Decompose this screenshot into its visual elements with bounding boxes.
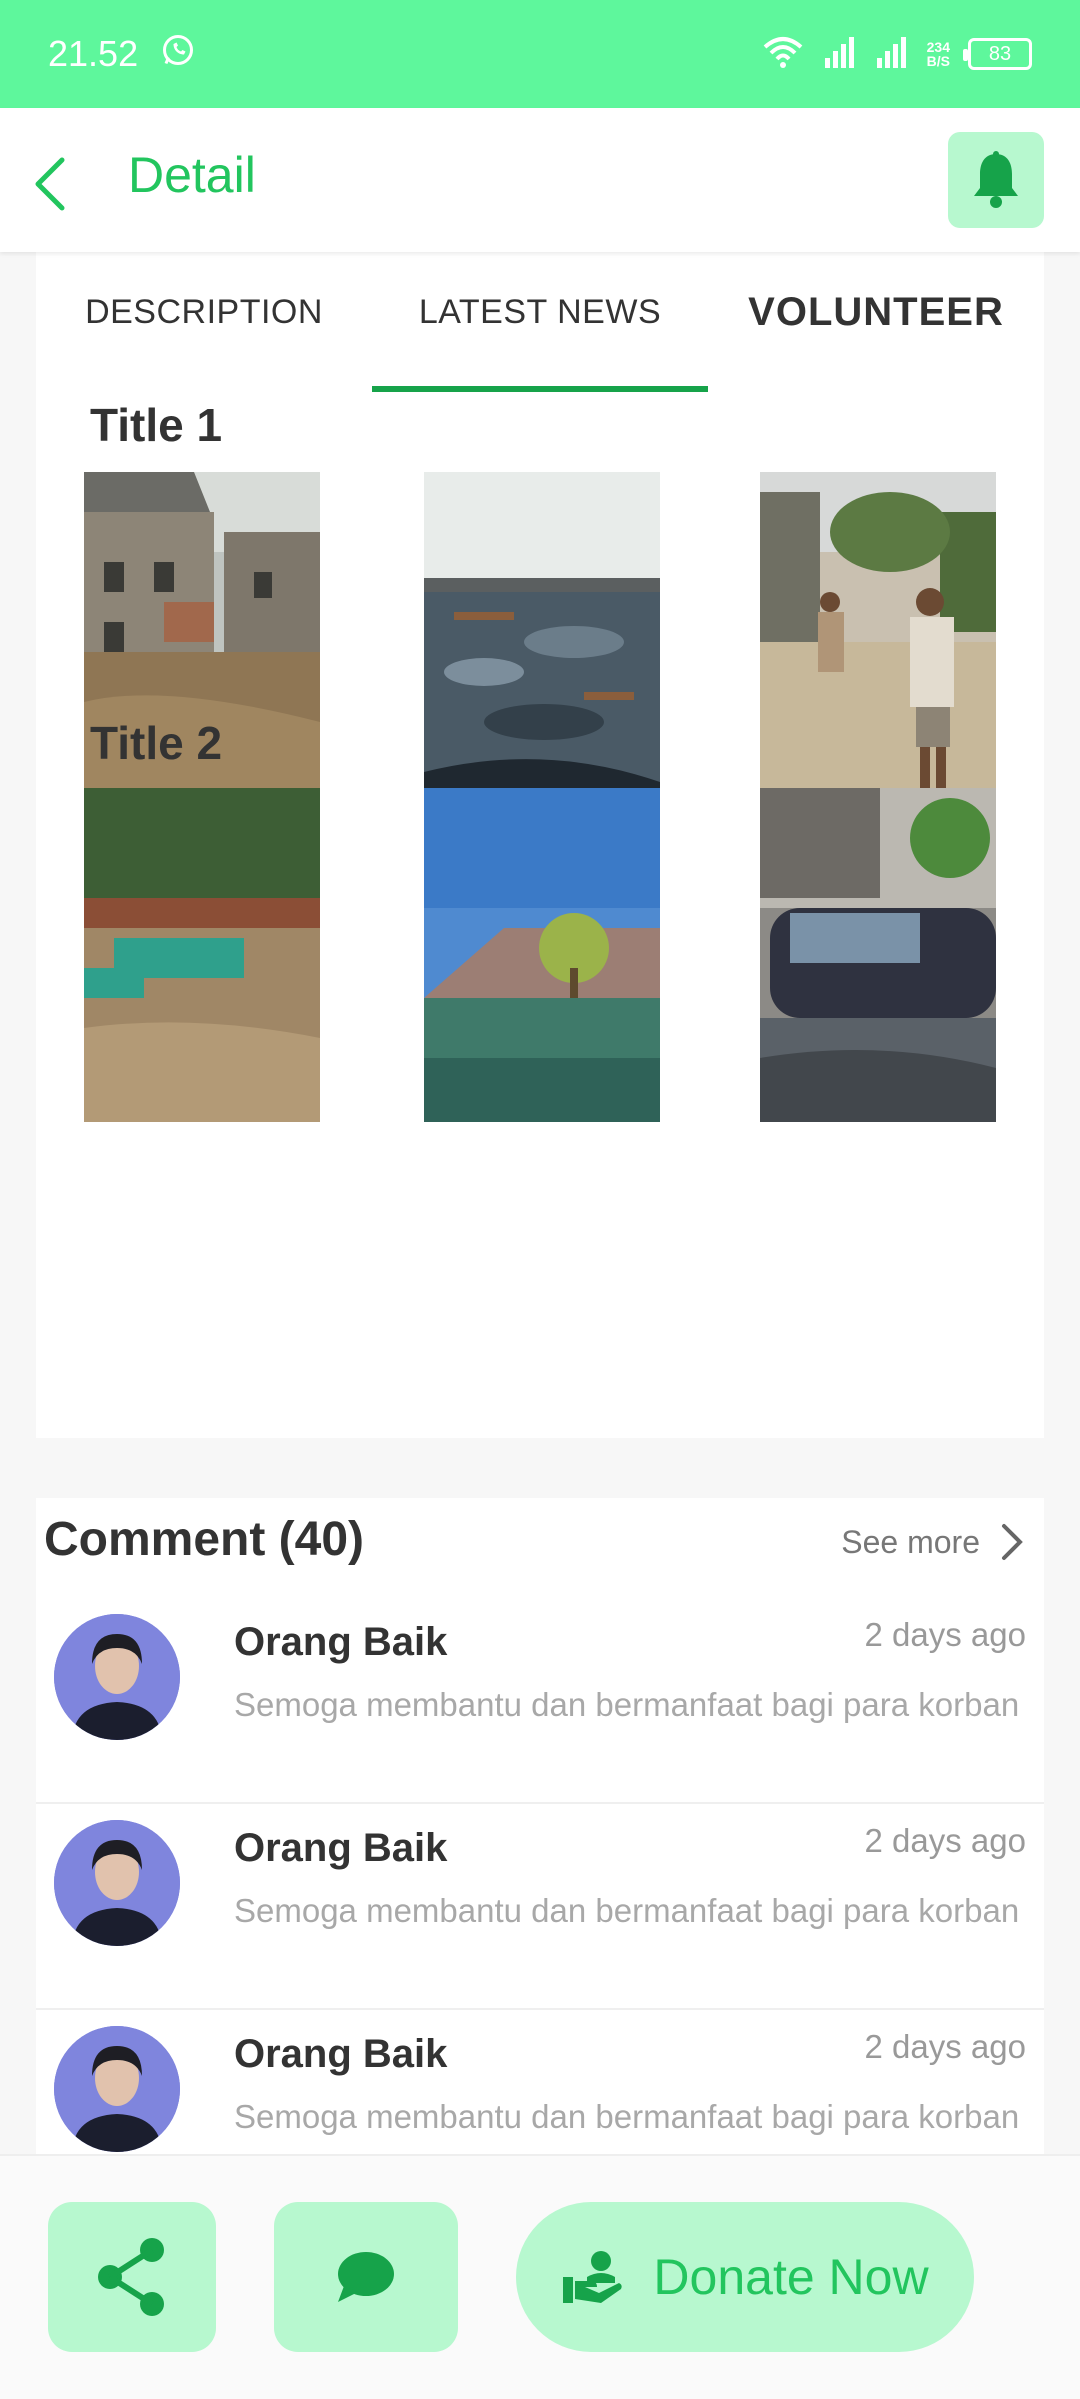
tab-description[interactable]: DESCRIPTION <box>36 252 372 392</box>
share-icon <box>98 2238 164 2316</box>
signal-icon-2 <box>875 36 909 73</box>
comment-time: 2 days ago <box>864 1616 1026 1653</box>
avatar <box>54 1820 180 1946</box>
page-title: Detail <box>128 147 256 203</box>
comment-text: Semoga membantu dan bermanfaat bagi para… <box>234 1892 1020 1929</box>
news-image-people-wading[interactable] <box>760 472 996 806</box>
bottom-action-bar: Donate Now <box>0 2154 1080 2399</box>
notification-button[interactable] <box>948 132 1044 228</box>
back-button[interactable] <box>28 154 78 214</box>
tab-latest-news[interactable]: LATEST NEWS <box>372 252 708 392</box>
bell-icon <box>974 151 1018 208</box>
donate-now-label: Donate Now <box>653 2249 929 2305</box>
whatsapp-icon <box>160 32 196 77</box>
news-image-car-in-flood[interactable] <box>760 788 996 1122</box>
share-button[interactable] <box>48 2202 216 2352</box>
status-bar: 21.52 234 B/S 83 <box>0 0 1080 108</box>
detail-card: DESCRIPTION LATEST NEWS VOLUNTEER Title … <box>36 252 1044 1438</box>
comment-item: Orang Baik 2 days ago Semoga membantu da… <box>36 1598 1044 1804</box>
network-speed-unit: B/S <box>926 53 950 69</box>
tab-volunteer[interactable]: VOLUNTEER <box>708 252 1044 392</box>
network-speed: 234 B/S <box>927 40 950 68</box>
status-time: 21.52 <box>48 33 139 74</box>
avatar <box>54 2026 180 2152</box>
battery-icon: 83 <box>963 38 1032 70</box>
wifi-icon <box>761 35 805 74</box>
comment-author: Orang Baik <box>234 2032 448 2076</box>
comment-time: 2 days ago <box>864 1822 1026 1859</box>
comments-section: Comment (40) See more Orang Baik 2 days … <box>36 1498 1044 2158</box>
avatar <box>54 1614 180 1740</box>
news-image-submerged-house[interactable] <box>424 788 660 1122</box>
comment-author: Orang Baik <box>234 1826 448 1870</box>
comment-text: Semoga membantu dan bermanfaat bagi para… <box>234 1686 1020 1723</box>
chat-bubble-icon <box>338 2252 394 2302</box>
chevron-left-icon <box>35 157 65 211</box>
see-more-link[interactable]: See more <box>841 1522 1024 1562</box>
signal-icon-1 <box>823 36 857 73</box>
news-title-1: Title 1 <box>90 399 223 451</box>
donate-hand-icon <box>563 2251 623 2303</box>
battery-level: 83 <box>988 42 1012 65</box>
comment-text: Semoga membantu dan bermanfaat bagi para… <box>234 2098 1020 2135</box>
news-image-submerged-truck[interactable] <box>84 788 320 1122</box>
comment-button[interactable] <box>274 2202 458 2352</box>
news-image-flood-debris[interactable] <box>424 472 660 806</box>
see-more-label: See more <box>841 1523 980 1560</box>
comment-time: 2 days ago <box>864 2028 1026 2065</box>
donate-now-button[interactable]: Donate Now <box>516 2202 974 2352</box>
chevron-right-icon <box>1002 1524 1023 1560</box>
tab-bar: DESCRIPTION LATEST NEWS VOLUNTEER <box>36 252 1044 392</box>
app-bar: Detail <box>0 108 1080 252</box>
comments-heading: Comment (40) <box>44 1513 365 1566</box>
comment-item: Orang Baik 2 days ago Semoga membantu da… <box>36 1804 1044 2010</box>
news-title-2: Title 2 <box>90 717 223 769</box>
comment-author: Orang Baik <box>234 1620 448 1664</box>
